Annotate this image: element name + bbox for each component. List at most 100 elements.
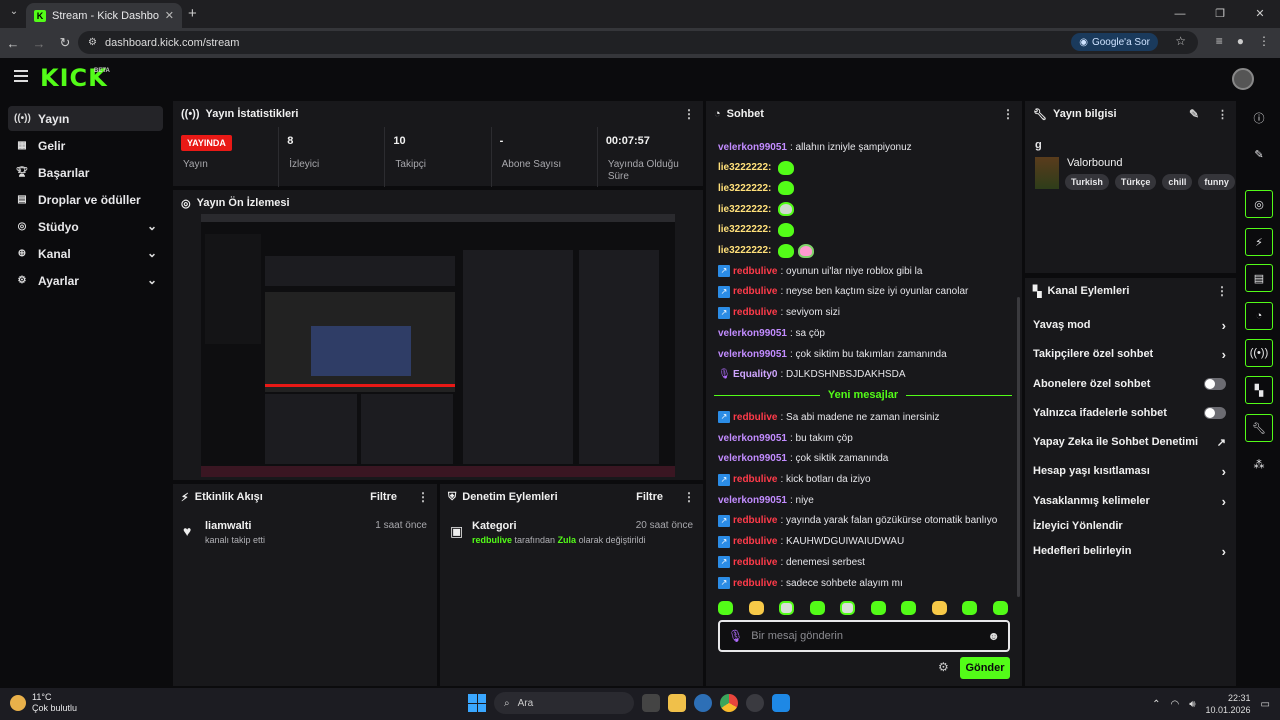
emote-button[interactable] [840, 601, 856, 615]
chat-username[interactable]: velerkon99051 [718, 433, 787, 444]
chat-input[interactable]: 🎙︎ Bir mesaj gönderin ☻ [718, 620, 1010, 652]
chat-scrollbar[interactable] [1017, 297, 1020, 597]
sidebar-item-droplar[interactable]: ▤ Droplar ve ödüller [8, 187, 163, 212]
chat-toggle-icon[interactable]: ◔ [1245, 302, 1273, 330]
emote-button[interactable] [748, 601, 764, 615]
reload-icon[interactable]: ↻ [52, 35, 78, 51]
tab-search-icon[interactable]: ⌄ [6, 6, 22, 22]
send-button[interactable]: Gönder [960, 657, 1010, 679]
chat-username[interactable]: lie3222222: [718, 224, 771, 235]
chat-username[interactable]: redbulive [733, 307, 777, 318]
chat-username[interactable]: velerkon99051 [718, 495, 787, 506]
chat-username[interactable]: redbulive [733, 412, 777, 423]
emote-button[interactable] [809, 601, 825, 615]
bookmark-star-icon[interactable]: ☆ [1175, 34, 1186, 48]
task-view-icon[interactable] [642, 694, 660, 712]
emote-button[interactable] [718, 601, 733, 615]
action-raid[interactable]: İzleyici Yönlendir [1033, 514, 1226, 538]
close-window-icon[interactable]: ✕ [1240, 0, 1280, 28]
sidebar-item-studyo[interactable]: ◎ Stüdyo ⌄ [8, 214, 163, 239]
wrench-toggle-icon[interactable]: 🔧︎ [1245, 414, 1273, 442]
chat-username[interactable]: redbulive [733, 474, 777, 485]
moderation-toggle-icon[interactable]: ▚ [1245, 376, 1273, 404]
action-account-age[interactable]: Hesap yaşı kısıtlaması › [1033, 459, 1226, 483]
chat-settings-icon[interactable]: ⚙ [938, 660, 949, 674]
forward-icon[interactable]: → [26, 36, 52, 51]
chat-username[interactable]: redbulive [733, 557, 777, 568]
activity-user[interactable]: liamwalti [205, 520, 251, 532]
chrome-icon[interactable] [720, 694, 738, 712]
chat-username[interactable]: redbulive [733, 286, 777, 297]
sidebar-item-ayarlar[interactable]: ⚙ Ayarlar ⌄ [8, 268, 163, 293]
emoji-picker-icon[interactable]: ☻ [987, 629, 1000, 643]
chat-username[interactable]: redbulive [733, 578, 777, 589]
more-options-icon[interactable]: ⋮ [1217, 108, 1228, 121]
chat-username[interactable]: velerkon99051 [718, 453, 787, 464]
emotes-only-toggle[interactable] [1204, 407, 1226, 419]
chat-message-list[interactable]: velerkon99051: allahın izniyle şampiyonu… [706, 127, 1022, 597]
add-widget-icon[interactable]: ⁂ [1245, 450, 1273, 478]
action-goals[interactable]: Hedefleri belirleyin › [1033, 539, 1226, 563]
chat-username[interactable]: lie3222222: [718, 204, 771, 215]
subscribers-only-toggle[interactable] [1204, 378, 1226, 390]
emote-button[interactable] [901, 601, 917, 615]
new-messages-divider[interactable]: Yeni mesajlar [714, 389, 1013, 401]
back-icon[interactable]: ← [0, 36, 26, 51]
emote-button[interactable] [779, 601, 795, 615]
more-options-icon[interactable]: ⋮ [683, 107, 695, 121]
close-tab-icon[interactable]: ✕ [165, 9, 174, 22]
more-options-icon[interactable]: ⋮ [1002, 107, 1014, 121]
chat-username[interactable]: velerkon99051 [718, 142, 787, 153]
notifications-icon[interactable]: ▭ [1261, 699, 1270, 710]
maximize-icon[interactable]: ❐ [1200, 0, 1240, 28]
filter-button[interactable]: Filtre [636, 491, 663, 503]
sidebar-item-yayin[interactable]: ((•)) Yayın [8, 106, 163, 131]
weather-widget[interactable]: 11°C Çok bulutlu [10, 692, 77, 714]
emote-button[interactable] [931, 601, 947, 615]
chat-username[interactable]: lie3222222: [718, 162, 771, 173]
action-ai-moderation[interactable]: Yapay Zeka ile Sohbet Denetimi ↗ [1033, 430, 1226, 454]
volume-icon[interactable]: 🔊︎ [1189, 699, 1195, 710]
profile-icon[interactable]: ● [1237, 34, 1244, 48]
chat-username[interactable]: redbulive [733, 515, 777, 526]
hamburger-menu-icon[interactable] [14, 70, 28, 82]
chat-username[interactable]: lie3222222: [718, 183, 771, 194]
url-input[interactable]: ⚙ dashboard.kick.com/stream ◉ Google'a S… [78, 31, 1198, 54]
sidebar-item-basarilar[interactable]: 🏆︎ Başarılar [8, 160, 163, 185]
media-app-icon[interactable] [772, 694, 790, 712]
action-banned-words[interactable]: Yasaklanmış kelimeler › [1033, 489, 1226, 513]
taskbar-search[interactable]: ⌕ Ara [494, 692, 634, 714]
chat-username[interactable]: redbulive [733, 536, 777, 547]
site-info-icon[interactable]: ⚙ [88, 37, 97, 48]
sidebar-item-kanal[interactable]: ⊕ Kanal ⌄ [8, 241, 163, 266]
sidebar-item-gelir[interactable]: ▦ Gelir [8, 133, 163, 158]
stats-toggle-icon[interactable]: ▤ [1245, 264, 1273, 292]
chat-username[interactable]: lie3222222: [718, 245, 771, 256]
edit-icon[interactable]: ✎ [1189, 107, 1199, 121]
reading-list-icon[interactable]: ≡ [1216, 34, 1223, 48]
network-icon[interactable]: ◠ [1170, 699, 1179, 710]
new-tab-icon[interactable]: + [188, 5, 197, 22]
action-slow-mode[interactable]: Yavaş mod › [1033, 313, 1226, 337]
minimize-icon[interactable]: — [1160, 0, 1200, 28]
emote-button[interactable] [962, 601, 978, 615]
google-sor-button[interactable]: ◉ Google'a Sor [1071, 33, 1158, 51]
windows-start-icon[interactable] [468, 694, 486, 712]
app-icon[interactable] [694, 694, 712, 712]
more-options-icon[interactable]: ⋮ [417, 490, 429, 504]
more-options-icon[interactable]: ⋮ [683, 490, 695, 504]
stream-preview-video[interactable] [201, 214, 675, 477]
filter-button[interactable]: Filtre [370, 491, 397, 503]
clock[interactable]: 22:31 10.01.2026 [1206, 692, 1251, 716]
browser-menu-icon[interactable]: ⋮ [1258, 34, 1270, 48]
chat-username[interactable]: Equality0 [733, 369, 777, 380]
chat-username[interactable]: velerkon99051 [718, 328, 787, 339]
obs-icon[interactable] [746, 694, 764, 712]
broadcast-toggle-icon[interactable]: ((•)) [1245, 339, 1273, 367]
edit-icon[interactable]: ✎ [1245, 140, 1273, 168]
activity-toggle-icon[interactable]: ⚡︎ [1245, 228, 1273, 256]
emote-button[interactable] [992, 601, 1008, 615]
chat-username[interactable]: velerkon99051 [718, 349, 787, 360]
more-options-icon[interactable]: ⋮ [1216, 284, 1228, 298]
user-avatar[interactable] [1232, 68, 1254, 90]
